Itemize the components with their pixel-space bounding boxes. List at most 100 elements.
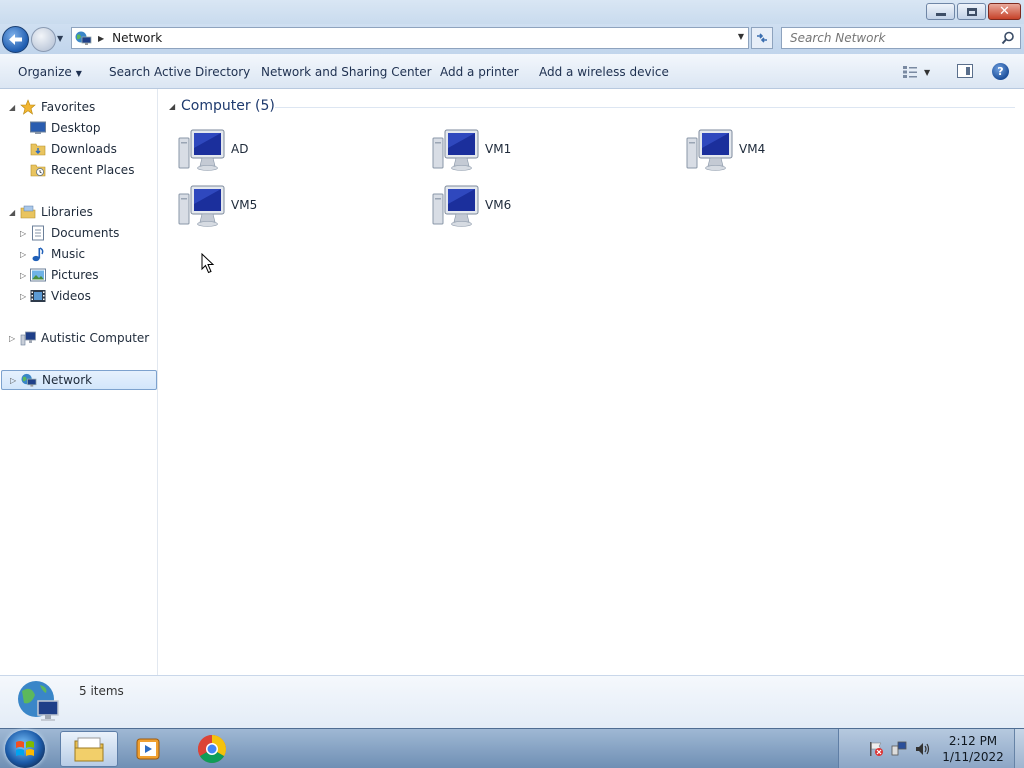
search-icon[interactable] — [1001, 31, 1015, 45]
clock-date: 1/11/2022 — [942, 750, 1004, 764]
taskbar-chrome-button[interactable] — [183, 731, 241, 767]
close-icon: ✕ — [999, 4, 1010, 19]
expand-arrow-icon[interactable]: ▷ — [10, 376, 16, 385]
network-icon — [75, 31, 92, 45]
nav-computer-label: Autistic Computer — [41, 331, 150, 345]
address-bar[interactable]: ▶ Network ▼ — [71, 27, 749, 49]
network-computer-icon — [432, 129, 479, 171]
group-header-computer[interactable]: ◢ Computer (5) — [167, 98, 1017, 118]
taskbar-explorer-button[interactable] — [60, 731, 118, 767]
nav-videos[interactable]: ▷ Videos — [0, 286, 158, 306]
navigation-pane: ◢ Favorites Desktop Downloads Recent Pla… — [0, 89, 158, 675]
search-input[interactable] — [782, 28, 992, 48]
computer-name: VM4 — [739, 142, 766, 156]
address-dropdown-icon[interactable]: ▼ — [738, 32, 744, 41]
nav-network-label: Network — [42, 373, 93, 387]
organize-label: Organize — [18, 65, 72, 79]
views-dropdown-icon[interactable]: ▼ — [924, 68, 930, 77]
search-box[interactable] — [781, 27, 1021, 49]
clock-time: 2:12 PM — [948, 734, 998, 748]
group-divider — [275, 107, 1015, 108]
collapse-arrow-icon[interactable]: ◢ — [9, 103, 15, 112]
recent-places-icon — [30, 162, 46, 178]
computer-item-vm4[interactable]: VM4 — [686, 124, 936, 178]
computer-name: VM6 — [485, 198, 512, 212]
network-sharing-center-button[interactable]: Network and Sharing Center — [261, 65, 432, 79]
restore-button[interactable] — [957, 3, 986, 20]
view-details-icon — [903, 66, 917, 78]
network-computer-icon — [432, 185, 479, 227]
nav-videos-label: Videos — [51, 289, 91, 303]
computer-name: VM5 — [231, 198, 258, 212]
computer-item-vm5[interactable]: VM5 — [178, 180, 428, 234]
mouse-cursor-icon — [201, 253, 215, 274]
refresh-button[interactable] — [751, 27, 773, 49]
breadcrumb-network[interactable]: Network — [112, 31, 162, 45]
start-button[interactable] — [5, 730, 45, 768]
nav-music[interactable]: ▷ Music — [0, 244, 158, 264]
minimize-icon — [935, 13, 946, 16]
collapse-group-icon[interactable]: ◢ — [169, 102, 175, 111]
refresh-icon — [757, 33, 767, 43]
computer-item-ad[interactable]: AD — [178, 124, 428, 178]
nav-favorites[interactable]: ◢ Favorites — [0, 97, 158, 117]
nav-favorites-label: Favorites — [41, 100, 96, 114]
nav-documents[interactable]: ▷ Documents — [0, 223, 158, 243]
taskbar-media-player-button[interactable] — [120, 731, 178, 767]
nav-computer[interactable]: ▷ Autistic Computer — [0, 328, 158, 348]
recent-pages-dropdown[interactable]: ▼ — [57, 34, 63, 43]
expand-arrow-icon[interactable]: ▷ — [20, 271, 26, 280]
nav-pictures-label: Pictures — [51, 268, 99, 282]
network-icon — [21, 372, 37, 388]
forward-button[interactable] — [31, 27, 56, 52]
pictures-icon — [30, 267, 46, 283]
chevron-down-icon: ▼ — [75, 69, 82, 78]
computer-name: VM1 — [485, 142, 512, 156]
show-desktop-button[interactable] — [1014, 729, 1024, 768]
collapse-arrow-icon[interactable]: ◢ — [9, 208, 15, 217]
taskbar: 2:12 PM 1/11/2022 — [0, 728, 1024, 768]
back-button[interactable] — [2, 26, 29, 53]
file-list: ◢ Computer (5) AD VM1 VM4 VM5 VM6 — [159, 89, 1024, 675]
nav-recent-places[interactable]: Recent Places — [0, 160, 158, 180]
network-computer-icon — [686, 129, 733, 171]
expand-arrow-icon[interactable]: ▷ — [20, 229, 26, 238]
expand-arrow-icon[interactable]: ▷ — [9, 334, 15, 343]
system-clock[interactable]: 2:12 PM 1/11/2022 — [935, 733, 1011, 765]
preview-pane-button[interactable] — [957, 64, 973, 78]
item-count: 5 items — [79, 684, 124, 698]
network-computer-icon — [178, 129, 225, 171]
computer-item-vm6[interactable]: VM6 — [432, 180, 682, 234]
nav-libraries[interactable]: ◢ Libraries — [0, 202, 158, 222]
expand-arrow-icon[interactable]: ▷ — [20, 292, 26, 301]
change-view-button[interactable]: ▼ — [902, 63, 938, 81]
action-center-flag-icon[interactable] — [868, 741, 884, 757]
nav-documents-label: Documents — [51, 226, 120, 240]
downloads-folder-icon — [30, 141, 46, 157]
volume-icon[interactable] — [915, 741, 931, 757]
navigation-bar: ▼ ▶ Network ▼ — [0, 24, 1024, 54]
nav-downloads[interactable]: Downloads — [0, 139, 158, 159]
expand-arrow-icon[interactable]: ▷ — [20, 250, 26, 259]
nav-pictures[interactable]: ▷ Pictures — [0, 265, 158, 285]
nav-libraries-label: Libraries — [41, 205, 93, 219]
add-wireless-device-button[interactable]: Add a wireless device — [539, 65, 669, 79]
back-arrow-icon — [9, 34, 22, 45]
network-globe-icon — [18, 681, 59, 721]
breadcrumb-separator-icon[interactable]: ▶ — [98, 34, 104, 43]
computer-item-vm1[interactable]: VM1 — [432, 124, 682, 178]
minimize-button[interactable] — [926, 3, 955, 20]
nav-music-label: Music — [51, 247, 86, 261]
computer-icon — [20, 330, 36, 346]
organize-button[interactable]: Organize ▼ — [18, 65, 82, 79]
windows-explorer-icon — [74, 737, 104, 762]
network-tray-icon[interactable] — [891, 741, 907, 757]
add-printer-button[interactable]: Add a printer — [440, 65, 519, 79]
search-active-directory-button[interactable]: Search Active Directory — [109, 65, 250, 79]
nav-desktop[interactable]: Desktop — [0, 118, 158, 138]
group-title: Computer (5) — [181, 98, 275, 114]
nav-network[interactable]: ▷ Network — [1, 370, 157, 390]
close-button[interactable]: ✕ — [988, 3, 1021, 20]
nav-desktop-label: Desktop — [51, 121, 101, 135]
help-button[interactable]: ? — [992, 63, 1009, 80]
